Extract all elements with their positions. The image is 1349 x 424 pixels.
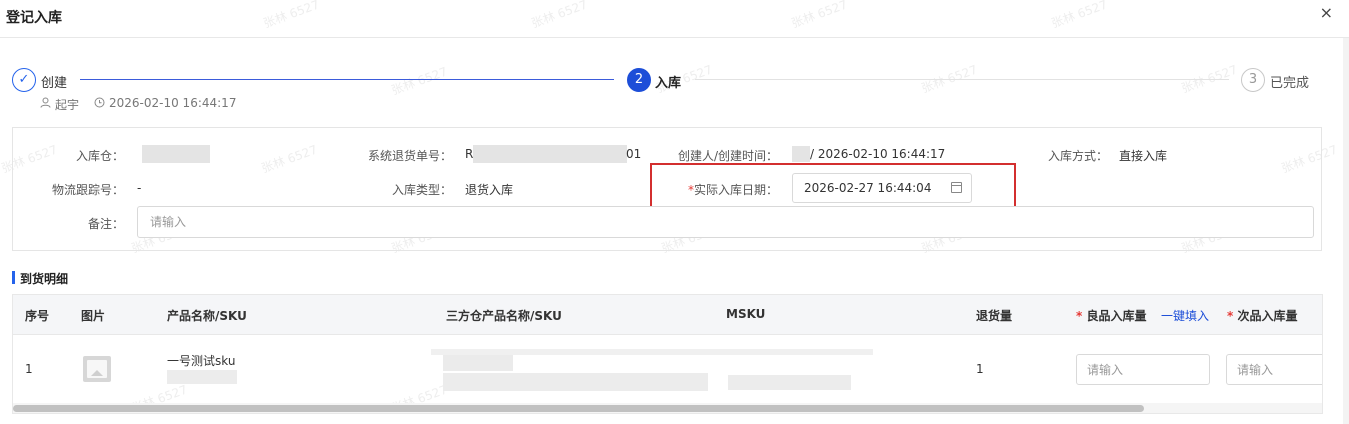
return-no-redacted: [473, 145, 627, 163]
actual-date-value: 2026-02-27 16:44:04: [804, 181, 932, 195]
section-title: 到货明细: [20, 272, 69, 286]
remark-label: 备注：: [87, 217, 124, 231]
product-name: 一号测试sku: [167, 354, 236, 368]
scrollbar-thumb[interactable]: [13, 405, 1144, 412]
return-no-label: 系统退货单号：: [367, 149, 452, 163]
created-time: 2026-02-10 16:44:17: [109, 96, 237, 110]
dialog-title: 登记入库: [6, 10, 62, 26]
required-mark: *: [1227, 309, 1234, 323]
actual-date-label: *实际入库日期：: [660, 181, 778, 198]
dialog-header: 登记入库 ×: [0, 0, 1349, 38]
header-image: 图片: [81, 309, 106, 323]
third-party-sku-redacted: [443, 373, 708, 391]
header-good-qty-text: 良品入库量: [1086, 309, 1147, 323]
header-good-qty: * 良品入库量: [1076, 307, 1146, 324]
step-complete-label: 已完成: [1270, 76, 1310, 91]
watermark: 张林 6527: [389, 64, 450, 98]
calendar-icon[interactable]: [951, 182, 962, 193]
tracking-value: -: [137, 181, 142, 195]
clock-icon: [94, 96, 105, 110]
return-no-suffix: 01: [626, 147, 642, 161]
type-value: 退货入库: [465, 183, 514, 197]
third-party-name-redacted: [443, 355, 513, 371]
header-no: 序号: [25, 309, 50, 323]
good-qty-input[interactable]: [1076, 354, 1210, 385]
header-defect-qty-text: 次品入库量: [1237, 309, 1298, 323]
creator-name-redacted: [792, 146, 810, 162]
defect-qty-input[interactable]: [1226, 354, 1322, 385]
required-mark: *: [1076, 309, 1083, 323]
step-create-label: 创建: [41, 76, 68, 91]
user-icon: [40, 96, 51, 110]
horizontal-scrollbar[interactable]: [13, 403, 1322, 413]
step-inbound-label: 入库: [655, 76, 682, 91]
actual-date-label-text: 实际入库日期：: [693, 183, 778, 197]
msku-redacted: [728, 375, 851, 390]
row-no: 1: [25, 362, 33, 376]
step-inbound-indicator: 2: [627, 68, 651, 92]
warehouse-value-redacted: [142, 145, 210, 163]
type-label: 入库类型：: [391, 183, 452, 197]
one-click-fill-link[interactable]: 一键填入: [1161, 307, 1209, 324]
header-third-party: 三方仓产品名称/SKU: [446, 309, 562, 323]
remark-input[interactable]: [137, 206, 1314, 238]
header-product: 产品名称/SKU: [167, 309, 247, 323]
warehouse-label: 入库仓：: [75, 149, 124, 163]
arrival-detail-table: 序号 图片 产品名称/SKU 三方仓产品名称/SKU MSKU 退货量 * 良品…: [12, 294, 1323, 414]
product-sku-redacted: [167, 370, 237, 384]
creator-label: 创建人/创建时间：: [677, 149, 778, 163]
step-line-pending: [695, 79, 1229, 80]
step-complete-indicator: 3: [1241, 68, 1265, 92]
table-header: 序号 图片 产品名称/SKU 三方仓产品名称/SKU MSKU 退货量 * 良品…: [13, 295, 1322, 335]
method-value: 直接入库: [1119, 149, 1168, 163]
creator-value: / 2026-02-10 16:44:17: [810, 147, 946, 161]
return-qty: 1: [976, 362, 984, 376]
tracking-label: 物流跟踪号：: [51, 183, 124, 197]
header-defect-qty: * 次品入库量: [1227, 307, 1297, 324]
image-placeholder-icon: [83, 356, 111, 382]
close-button[interactable]: ×: [1320, 5, 1333, 21]
step-create-check-icon: ✓: [12, 68, 36, 92]
method-label: 入库方式：: [1047, 149, 1108, 163]
header-msku: MSKU: [726, 307, 766, 321]
section-accent-bar: [12, 271, 15, 284]
actual-date-picker[interactable]: 2026-02-27 16:44:04: [792, 173, 972, 203]
creator-name: 起宇: [55, 98, 80, 112]
step-line-done: [80, 79, 614, 80]
header-return-qty: 退货量: [976, 309, 1013, 323]
vertical-scrollbar[interactable]: [1343, 38, 1349, 424]
